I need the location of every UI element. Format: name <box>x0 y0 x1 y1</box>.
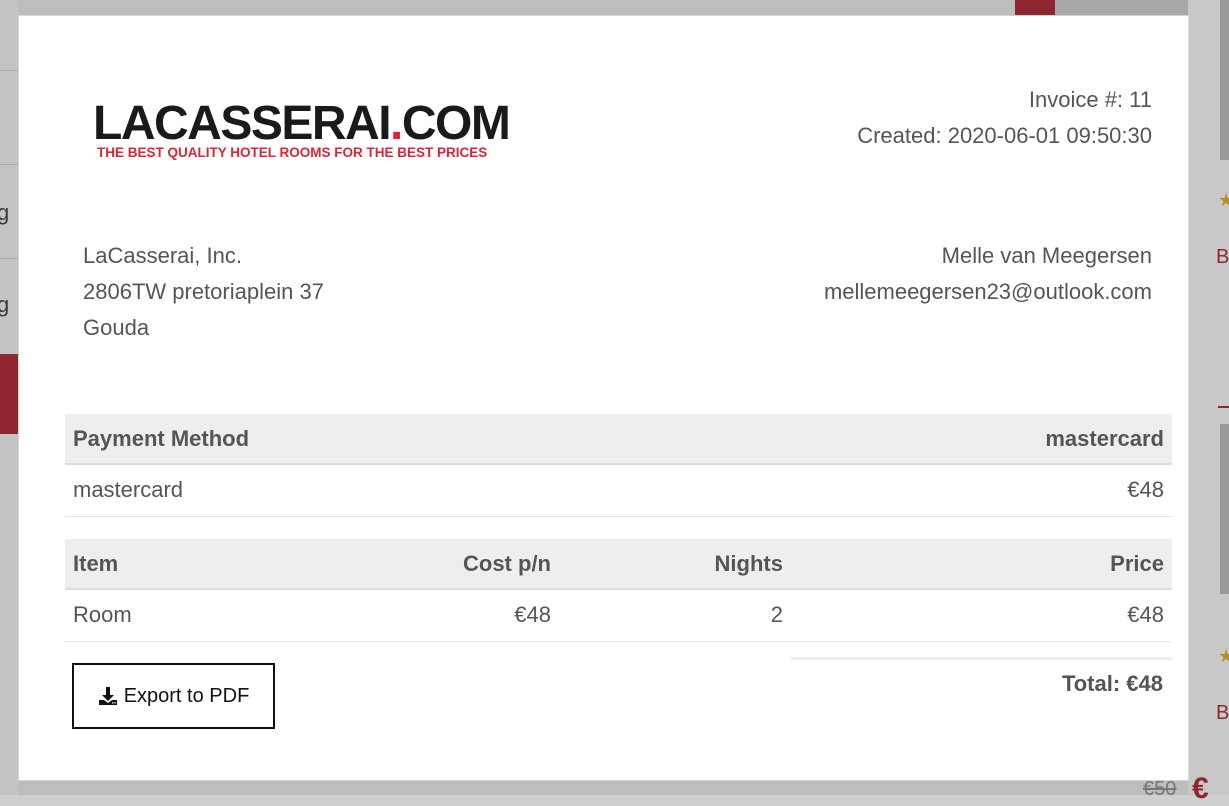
background-text: g <box>0 200 10 225</box>
divider <box>1218 406 1229 408</box>
hotel-thumbnail <box>1220 0 1229 160</box>
divider <box>0 258 18 259</box>
company-name: LaCasserai, Inc. <box>83 243 242 268</box>
total-divider <box>791 657 1172 660</box>
column-header: Payment Method <box>65 414 716 465</box>
export-pdf-button[interactable]: Export to PDF <box>72 663 275 729</box>
logo-wordmark: LACASSERAI.COM <box>93 97 511 150</box>
logo-dot: . <box>390 97 403 150</box>
background-red-button <box>0 354 18 434</box>
logo-text-suffix: COM <box>401 97 511 150</box>
table-row: Room €48 2 €48 <box>65 589 1172 642</box>
customer-info: Melle van Meegersen mellemeegersen23@out… <box>824 238 1152 310</box>
background-header-accent <box>1015 0 1055 16</box>
download-icon <box>98 686 118 706</box>
hotel-thumbnail <box>1220 424 1229 594</box>
table-cell: mastercard <box>65 464 716 517</box>
invoice-total: Total: €48 <box>1061 671 1163 696</box>
company-city: Gouda <box>83 315 150 340</box>
logo-text: LACASSERAI <box>93 97 392 150</box>
table-cell: €48 <box>715 464 1172 517</box>
star-icon: ★ <box>1218 190 1229 210</box>
logo-tagline: THE BEST QUALITY HOTEL ROOMS FOR THE BES… <box>97 145 488 160</box>
invoice-meta: Invoice #: 11 Created: 2020-06-01 09:50:… <box>857 82 1152 154</box>
background-text: B <box>1216 246 1229 268</box>
items-table: Item Cost p/n Nights Price Room €48 2 €4… <box>65 539 1172 642</box>
table-cell: €48 <box>265 589 559 642</box>
column-header: mastercard <box>715 414 1172 465</box>
column-header: Item <box>65 539 265 590</box>
logo: LACASSERAI.COM THE BEST QUALITY HOTEL RO… <box>93 97 511 160</box>
divider <box>0 164 18 165</box>
table-cell: 2 <box>559 589 791 642</box>
company-street: 2806TW pretoriaplein 37 <box>83 279 324 304</box>
invoice-created: Created: 2020-06-01 09:50:30 <box>857 123 1152 148</box>
column-header: Cost p/n <box>265 539 559 590</box>
export-pdf-label: Export to PDF <box>123 684 250 707</box>
table-header-row: Item Cost p/n Nights Price <box>65 539 1172 590</box>
background-left-panel: g g <box>0 0 18 795</box>
background-text: B <box>1216 702 1229 724</box>
column-header: Price <box>791 539 1172 590</box>
background-text: g <box>0 292 10 317</box>
table-row: mastercard €48 <box>65 464 1172 517</box>
table-cell: Room <box>65 589 265 642</box>
column-header: Nights <box>559 539 791 590</box>
payment-table: Payment Method mastercard mastercard €48 <box>65 414 1172 517</box>
star-icon: ★ <box>1218 646 1229 666</box>
table-cell: €48 <box>791 589 1172 642</box>
divider <box>0 70 18 71</box>
background-right-panel: ★ B ★ B <box>1188 0 1229 795</box>
customer-email: mellemeegersen23@outlook.com <box>823 279 1152 304</box>
invoice-number: Invoice #: 11 <box>1028 87 1152 112</box>
invoice-modal: LACASSERAI.COM THE BEST QUALITY HOTEL RO… <box>18 15 1189 781</box>
price-symbol: € <box>1192 772 1209 805</box>
table-header-row: Payment Method mastercard <box>65 414 1172 465</box>
company-address: LaCasserai, Inc. 2806TW pretoriaplein 37… <box>83 238 324 346</box>
customer-name: Melle van Meegersen <box>941 243 1152 268</box>
old-price: €50 <box>1143 778 1177 800</box>
